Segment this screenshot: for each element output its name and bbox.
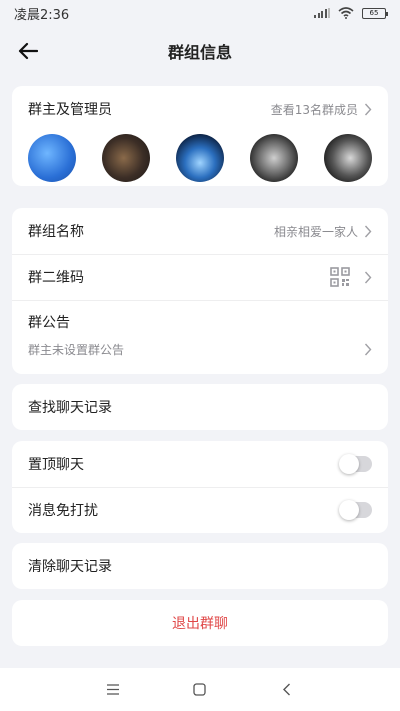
qr-code-icon [330, 267, 350, 287]
group-name-value-wrap: 相亲相爱一家人 [274, 223, 372, 240]
members-label: 群主及管理员 [28, 102, 112, 118]
back-button[interactable] [12, 35, 44, 67]
mute-toggle[interactable] [339, 500, 372, 520]
clear-history-row[interactable]: 清除聊天记录 [12, 543, 388, 589]
group-notice-sub: 群主未设置群公告 [28, 341, 372, 358]
member-avatars [12, 132, 388, 186]
avatar[interactable] [176, 134, 224, 182]
system-nav-bar [0, 668, 400, 711]
settings-card: 置顶聊天 消息免打扰 [12, 441, 388, 533]
view-members-link[interactable]: 查看13名群成员 [271, 101, 372, 118]
arrow-left-icon [18, 42, 38, 60]
group-name-label: 群组名称 [28, 224, 84, 240]
members-row[interactable]: 群主及管理员 查看13名群成员 [12, 86, 388, 132]
qr-code-label: 群二维码 [28, 270, 84, 286]
wifi-icon [338, 7, 354, 19]
status-icons: 65 [314, 7, 388, 19]
view-members-text: 查看13名群成员 [270, 102, 358, 117]
search-history-label: 查找聊天记录 [28, 400, 112, 416]
pin-chat-label: 置顶聊天 [28, 457, 84, 473]
group-info-card: 群组名称 相亲相爱一家人 群二维码 群公告 群主未设置群公告 [12, 208, 388, 374]
battery-icon: 65 [362, 7, 388, 19]
qr-code-row[interactable]: 群二维码 [12, 254, 388, 300]
avatar[interactable] [102, 134, 150, 182]
clear-history-label: 清除聊天记录 [28, 559, 112, 575]
system-back-button[interactable] [267, 675, 307, 705]
signal-icon [314, 8, 330, 18]
search-card: 查找聊天记录 [12, 384, 388, 430]
mute-label: 消息免打扰 [28, 503, 98, 519]
members-card: 群主及管理员 查看13名群成员 [12, 86, 388, 186]
home-icon [193, 683, 207, 696]
chevron-right-icon [364, 103, 372, 115]
status-time: 凌晨2:36 [14, 7, 70, 23]
group-name-row[interactable]: 群组名称 相亲相爱一家人 [12, 208, 388, 254]
chevron-right-icon [364, 225, 372, 237]
avatar[interactable] [250, 134, 298, 182]
pin-chat-row: 置顶聊天 [12, 441, 388, 487]
clear-card: 清除聊天记录 [12, 543, 388, 589]
chevron-right-icon [364, 343, 372, 356]
group-notice-label: 群公告 [28, 315, 70, 331]
qr-code-right [330, 267, 372, 287]
group-notice-value: 群主未设置群公告 [28, 343, 125, 357]
avatar[interactable] [28, 134, 76, 182]
exit-group-button[interactable]: 退出群聊 [12, 600, 388, 646]
page-title: 群组信息 [167, 43, 232, 62]
search-history-row[interactable]: 查找聊天记录 [12, 384, 388, 430]
recent-apps-button[interactable] [93, 675, 133, 705]
group-notice-row[interactable]: 群公告 群主未设置群公告 [12, 300, 388, 372]
avatar[interactable] [324, 134, 372, 182]
exit-card: 退出群聊 [12, 600, 388, 646]
menu-icon [107, 684, 120, 695]
status-bar: 凌晨2:36 65 [0, 0, 400, 26]
header: 群组信息 [0, 26, 400, 76]
home-button[interactable] [180, 675, 220, 705]
pin-chat-toggle[interactable] [339, 454, 372, 474]
back-icon [283, 683, 291, 696]
group-name-value: 相亲相爱一家人 [273, 224, 358, 239]
mute-row: 消息免打扰 [12, 487, 388, 533]
chevron-right-icon [364, 271, 372, 283]
